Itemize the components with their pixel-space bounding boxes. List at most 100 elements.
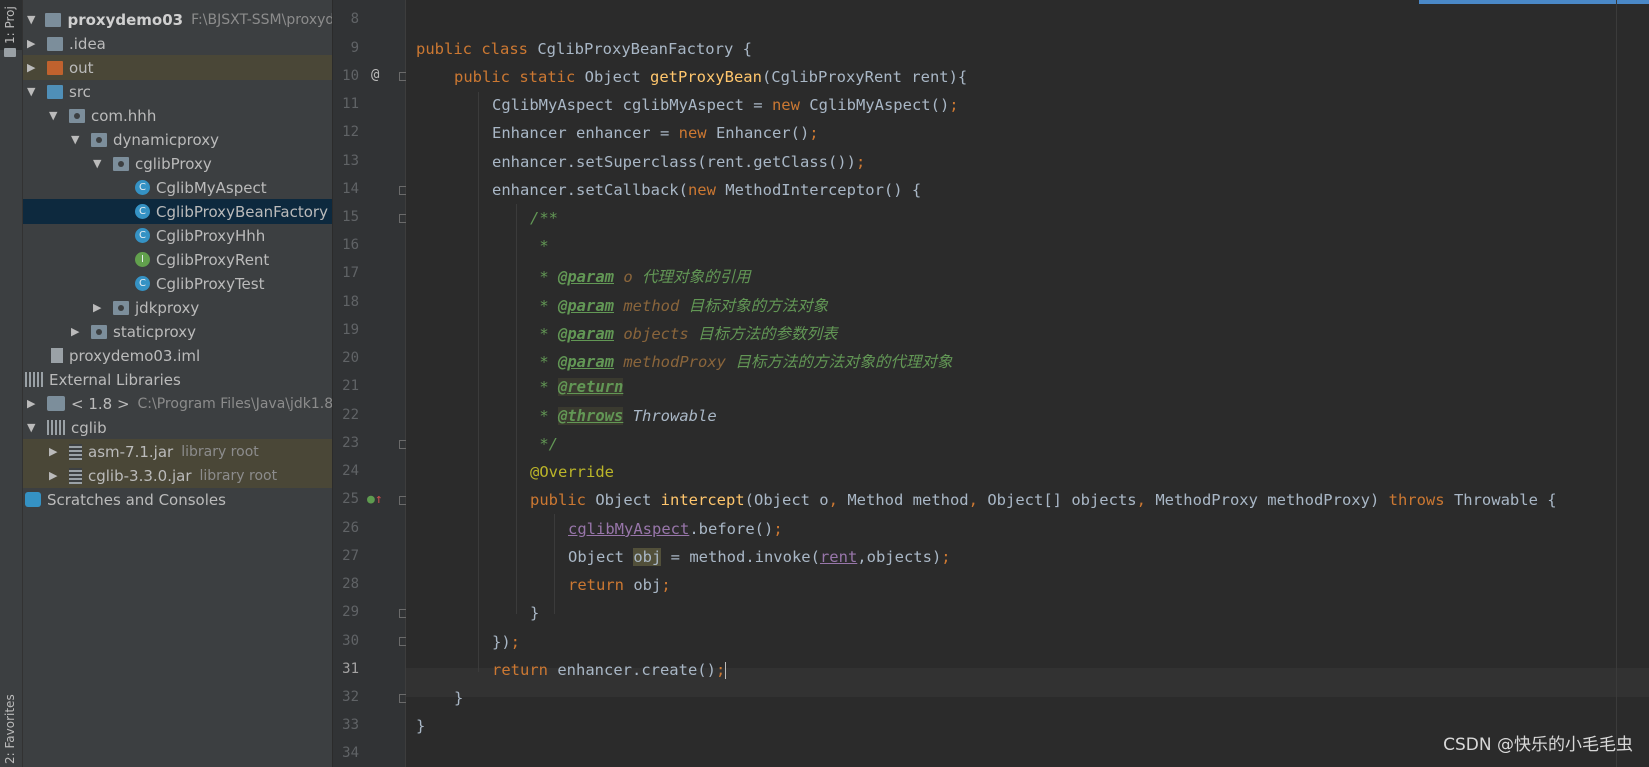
line-number: 14	[342, 181, 359, 197]
code-editor[interactable]: public class CglibProxyBeanFactory { pub…	[406, 0, 1649, 767]
code-line-23: */	[530, 435, 558, 453]
code-line-11: CglibMyAspect cglibMyAspect = new CglibM…	[492, 96, 959, 114]
tree-item-label: cglibProxy	[135, 154, 212, 173]
chevron-right-icon[interactable]: ▶	[27, 38, 37, 49]
tree-item-label: src	[69, 82, 91, 101]
tree-row-external-libraries[interactable]: External Libraries	[23, 367, 332, 392]
tree-row-jdkproxy[interactable]: ▶ jdkproxy	[23, 295, 332, 320]
line-number: 30	[342, 633, 359, 649]
module-file-icon	[51, 348, 63, 363]
code-line-33: }	[416, 717, 426, 735]
chevron-right-icon[interactable]: ▶	[71, 326, 81, 337]
tree-row-cglibproxybeanfactory[interactable]: C CglibProxyBeanFactory	[23, 199, 332, 224]
chevron-down-icon[interactable]: ▼	[27, 14, 35, 25]
line-number: 10	[342, 68, 359, 84]
chevron-down-icon[interactable]: ▼	[93, 158, 103, 169]
line-number: 19	[342, 322, 359, 338]
line-number: 25	[342, 491, 359, 507]
tree-row-out[interactable]: ▶ out	[23, 55, 332, 80]
tree-item-label: cglib	[71, 418, 107, 437]
tree-row-cglib[interactable]: ▼ cglib	[23, 415, 332, 440]
watermark: CSDN @快乐的小毛毛虫	[1443, 735, 1633, 755]
source-folder-icon	[47, 84, 63, 99]
project-tool-tab[interactable]: 1: Proj	[0, 0, 22, 50]
code-line-10: public static Object getProxyBean(CglibP…	[454, 68, 968, 86]
tree-row-cglibproxyrent[interactable]: I CglibProxyRent	[23, 247, 332, 272]
tree-item-label: < 1.8 >	[71, 394, 130, 413]
folder-icon	[47, 60, 63, 75]
tree-row-cglib-jar[interactable]: ▶ cglib-3.3.0.jar library root	[23, 463, 332, 488]
line-number-current: 31	[342, 661, 359, 677]
tree-item-label: com.hhh	[91, 106, 157, 125]
tree-item-label: CglibProxyRent	[156, 250, 270, 269]
code-line-9: public class CglibProxyBeanFactory {	[416, 40, 752, 58]
text-caret	[725, 662, 727, 679]
tree-row-src[interactable]: ▼ src	[23, 79, 332, 104]
package-icon	[113, 156, 129, 171]
line-number: 27	[342, 548, 359, 564]
override-marker-icon[interactable]: @	[371, 67, 379, 83]
tree-item-label: jdkproxy	[135, 298, 200, 317]
project-tree: ▼ proxydemo03 F:\BJSXT-SSM\proxyde ▶ .id…	[23, 0, 332, 767]
library-icon	[47, 420, 65, 435]
tree-row-cglibmyaspect[interactable]: C CglibMyAspect	[23, 175, 332, 200]
package-icon	[113, 300, 129, 315]
tree-row-jdk[interactable]: ▶ < 1.8 > C:\Program Files\Java\jdk1.8	[23, 391, 332, 416]
line-number: 17	[342, 265, 359, 281]
chevron-right-icon[interactable]: ▶	[93, 302, 103, 313]
chevron-right-icon[interactable]: ▶	[27, 398, 37, 409]
code-line-22: * @throws Throwable	[530, 407, 717, 425]
tree-item-path: C:\Program Files\Java\jdk1.8	[137, 395, 332, 412]
tree-row-asm-jar[interactable]: ▶ asm-7.1.jar library root	[23, 439, 332, 464]
tree-row-cglibproxytest[interactable]: C CglibProxyTest	[23, 271, 332, 296]
tree-row-idea[interactable]: ▶ .idea	[23, 31, 332, 56]
line-number: 15	[342, 209, 359, 225]
code-line-29: }	[530, 604, 540, 622]
code-line-13: enhancer.setSuperclass(rent.getClass());	[492, 153, 866, 171]
tree-item-label: asm-7.1.jar	[88, 442, 174, 461]
line-number: 32	[342, 689, 359, 705]
tab-scroll-indicator	[1419, 0, 1649, 4]
line-number: 22	[342, 407, 359, 423]
jar-icon	[69, 467, 82, 484]
tree-item-label: proxydemo03	[67, 10, 184, 29]
code-line-26: cglibMyAspect.before();	[568, 520, 783, 538]
tree-row-staticproxy[interactable]: ▶ staticproxy	[23, 319, 332, 344]
chevron-down-icon[interactable]: ▼	[27, 86, 37, 97]
chevron-down-icon[interactable]: ▼	[71, 134, 81, 145]
favorites-tool-tab-label: 2: Favorites	[3, 694, 17, 764]
code-line-25: public Object intercept(Object o, Method…	[530, 491, 1557, 509]
line-number: 24	[342, 463, 359, 479]
tree-row-com-hhh[interactable]: ▼ com.hhh	[23, 103, 332, 128]
tool-window-stripe: 1: Proj 2: Favorites	[0, 0, 23, 767]
favorites-tool-tab[interactable]: 2: Favorites	[0, 680, 22, 767]
tree-item-label: Scratches and Consoles	[47, 490, 226, 509]
tree-row-root[interactable]: ▼ proxydemo03 F:\BJSXT-SSM\proxyde	[23, 7, 332, 32]
line-number: 8	[350, 11, 359, 27]
code-line-31: return enhancer.create();	[492, 661, 727, 679]
line-number: 29	[342, 604, 359, 620]
tree-row-cglibproxyhhh[interactable]: C CglibProxyHhh	[23, 223, 332, 248]
chevron-right-icon[interactable]: ▶	[49, 446, 59, 457]
tree-item-label: CglibProxyBeanFactory	[156, 202, 328, 221]
folder-icon	[47, 36, 63, 51]
tree-item-label: dynamicproxy	[113, 130, 219, 149]
code-line-32: }	[454, 689, 464, 707]
chevron-right-icon[interactable]: ▶	[27, 62, 37, 73]
package-icon	[91, 132, 107, 147]
chevron-down-icon[interactable]: ▼	[49, 110, 59, 121]
code-line-28: return obj;	[568, 576, 671, 594]
chevron-down-icon[interactable]: ▼	[27, 422, 37, 433]
chevron-right-icon[interactable]: ▶	[49, 470, 59, 481]
tree-row-iml[interactable]: proxydemo03.iml	[23, 343, 332, 368]
line-number: 11	[342, 96, 359, 112]
tree-row-dynamicproxy[interactable]: ▼ dynamicproxy	[23, 127, 332, 152]
implements-marker-icon[interactable]: ●↑	[367, 492, 383, 507]
tree-item-label: CglibMyAspect	[156, 178, 267, 197]
tree-row-scratches[interactable]: Scratches and Consoles	[23, 487, 332, 512]
tree-row-cglibproxy[interactable]: ▼ cglibProxy	[23, 151, 332, 176]
code-line-30: });	[492, 633, 521, 651]
interface-icon: I	[135, 252, 150, 267]
package-icon	[69, 108, 85, 123]
libraries-icon	[25, 372, 43, 387]
